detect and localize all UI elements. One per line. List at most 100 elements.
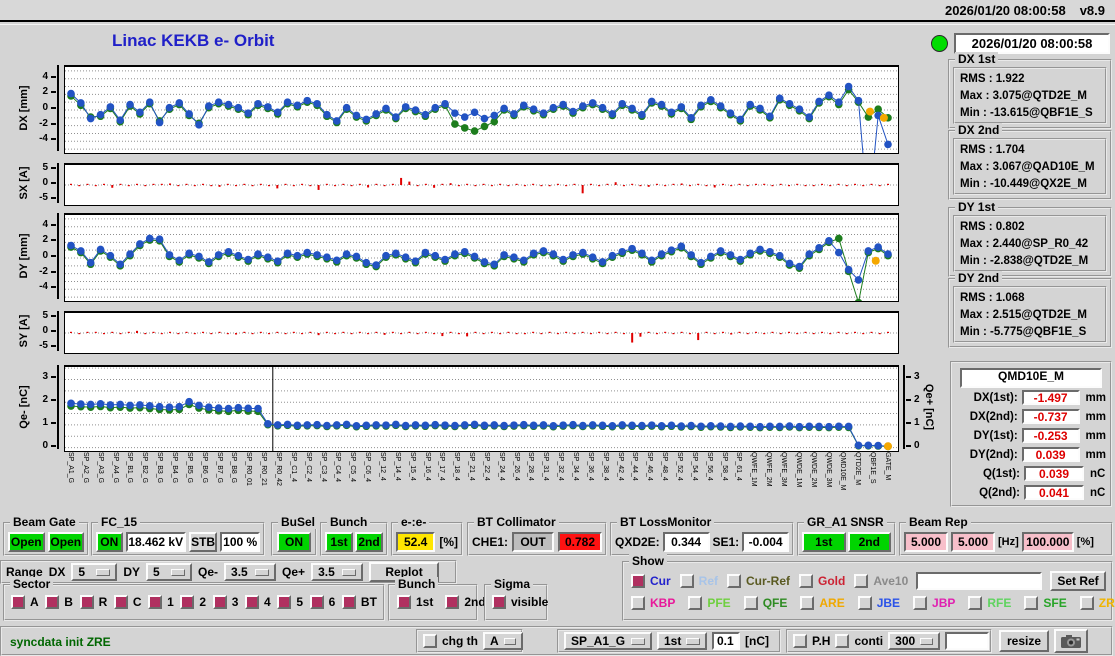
x-axis-label: SP_C6_4 — [364, 452, 372, 482]
checkbox-kbp[interactable]: KBP — [631, 596, 675, 610]
chg-th-frame: chg th A — [416, 629, 523, 653]
checkbox-6[interactable]: 6 — [309, 595, 336, 609]
checkbox-b[interactable]: B — [45, 595, 73, 609]
nc-unit-label: [nC] — [745, 634, 769, 648]
checkbox-jbe[interactable]: JBE — [857, 596, 900, 610]
checkbox-ref[interactable]: Ref — [679, 574, 718, 588]
beam-gate-open-button-1[interactable]: Open — [8, 532, 45, 552]
se1-value: -0.004 — [742, 532, 789, 552]
checkbox-r[interactable]: R — [79, 595, 107, 609]
checkbox-label: C — [132, 595, 142, 609]
threshold-input[interactable] — [712, 632, 740, 650]
y-tick — [51, 345, 56, 348]
range-qem-dropdown[interactable]: 3.5 — [224, 563, 277, 581]
snsr-2nd-button[interactable]: 2nd — [847, 532, 891, 552]
checkbox-sfe[interactable]: SFE — [1024, 596, 1067, 610]
x-axis-label: QWDE_3M — [824, 452, 832, 488]
checkbox-box — [180, 595, 195, 609]
checkbox-cur-ref[interactable]: Cur-Ref — [727, 574, 790, 588]
x-axis-label: SP_28_4 — [527, 452, 535, 481]
checkbox-1st[interactable]: 1st — [397, 595, 433, 609]
checkbox-a[interactable]: A — [11, 595, 39, 609]
checkbox-visible[interactable]: visible — [492, 595, 548, 609]
checkbox-2[interactable]: 2 — [180, 595, 206, 609]
sigma-checkboxes: visible — [492, 595, 548, 609]
checkbox-zre[interactable]: ZRE — [1079, 596, 1115, 610]
beam-gate-open-button-2[interactable]: Open — [47, 532, 84, 552]
busel-on-button[interactable]: ON — [277, 532, 311, 552]
checkbox-label: 6 — [328, 595, 336, 609]
checkbox-qfe[interactable]: QFE — [743, 596, 787, 610]
checkbox-bt[interactable]: BT — [341, 595, 377, 609]
checkbox-conti[interactable]: conti — [835, 634, 883, 648]
stats-group-label: DY 1st — [955, 200, 999, 214]
range-dx-dropdown[interactable]: 5 — [71, 563, 118, 581]
x-axis-label: SP_16_4 — [423, 452, 431, 481]
qe-chart-svg — [65, 367, 898, 451]
page-title: Linac KEKB e- Orbit — [112, 31, 275, 50]
group-label: Sigma — [491, 577, 534, 591]
percent-unit-label: [%] — [1076, 536, 1094, 548]
checkbox-are[interactable]: ARE — [800, 596, 845, 610]
checkbox-rfe[interactable]: RFE — [968, 596, 1011, 610]
ref-name-input[interactable] — [916, 572, 1042, 590]
bpm-dropdown[interactable]: SP_A1_G — [564, 632, 652, 650]
checkbox-p-h[interactable]: P.H — [793, 634, 830, 648]
bunch-1st-button[interactable]: 1st — [325, 532, 353, 552]
checkbox-cur[interactable]: Cur — [631, 574, 671, 588]
checkbox-gold[interactable]: Gold — [799, 574, 845, 588]
group-label: Bunch — [395, 577, 439, 591]
bt-lossmonitor-group: BT LossMonitor QXD2E: 0.344 SE1: -0.004 — [610, 515, 794, 556]
checkbox-chg-th[interactable]: chg th — [423, 634, 478, 648]
y-tick — [51, 421, 56, 424]
checkbox-label: JBP — [932, 596, 956, 610]
hz-unit-label: [Hz] — [998, 536, 1019, 548]
dy-y-axis — [57, 213, 59, 299]
bunch-dropdown[interactable]: 1st — [657, 632, 707, 650]
checkbox-4[interactable]: 4 — [245, 595, 271, 609]
dx-chart-svg — [65, 70, 898, 153]
dy-plot — [64, 213, 899, 302]
checkbox-pfe[interactable]: PFE — [688, 596, 731, 610]
x-axis-label: SP_C5_4 — [349, 452, 357, 482]
bunch-2nd-button[interactable]: 2nd — [355, 532, 383, 552]
checkbox-ave10[interactable]: Ave10 — [854, 574, 908, 588]
right-y-tick — [906, 421, 911, 424]
snsr-1st-button[interactable]: 1st — [802, 532, 846, 552]
x-axis-label: SP_B3_G — [156, 452, 164, 484]
x-axis-label: SP_26_4 — [512, 452, 520, 481]
dropdown-indicator-icon — [96, 568, 111, 576]
checkbox-jbp[interactable]: JBP — [913, 596, 955, 610]
y-tick — [51, 314, 56, 317]
snapshot-button[interactable] — [1054, 629, 1088, 653]
points-dropdown[interactable]: 300 — [888, 632, 941, 650]
th-dropdown[interactable]: A — [483, 632, 523, 650]
checkbox-c[interactable]: C — [113, 595, 142, 609]
fc15-stb-button[interactable]: STB — [188, 532, 218, 552]
range-dy-dropdown[interactable]: 5 — [146, 563, 193, 581]
x-axis-label: SP_31_4 — [542, 452, 550, 481]
checkbox-label: 2nd — [464, 595, 486, 609]
dx-y-axis — [57, 65, 59, 151]
status-message: syncdata init ZRE — [10, 635, 111, 649]
x-axis-label: SP_A2_G — [81, 452, 89, 484]
group-label: BT Collimator — [474, 515, 559, 529]
checkbox-3[interactable]: 3 — [212, 595, 238, 609]
resize-button[interactable]: resize — [999, 630, 1049, 652]
set-ref-button[interactable]: Set Ref — [1050, 571, 1106, 591]
checkbox-2nd[interactable]: 2nd — [445, 595, 486, 609]
extra-input[interactable] — [945, 632, 990, 650]
x-axis-label: SP_B2_G — [141, 452, 149, 484]
fc15-percent-value: 100 % — [220, 532, 260, 552]
qmd-row-value: 0.039 — [1021, 447, 1080, 462]
stat-min: Min : -5.775@QBF1E_S — [960, 326, 1087, 338]
qe-y-axis — [57, 365, 59, 449]
checkbox-5[interactable]: 5 — [277, 595, 303, 609]
range-qep-dropdown[interactable]: 3.5 — [311, 563, 364, 581]
qxd2e-value: 0.344 — [662, 532, 710, 552]
fc15-on-button[interactable]: ON — [96, 532, 123, 552]
window-datetime: 2026/01/20 08:00:58 — [944, 2, 1066, 18]
sigma-group: Sigma visible — [484, 577, 548, 621]
checkbox-1[interactable]: 1 — [148, 595, 174, 609]
checkbox-box — [793, 634, 807, 648]
